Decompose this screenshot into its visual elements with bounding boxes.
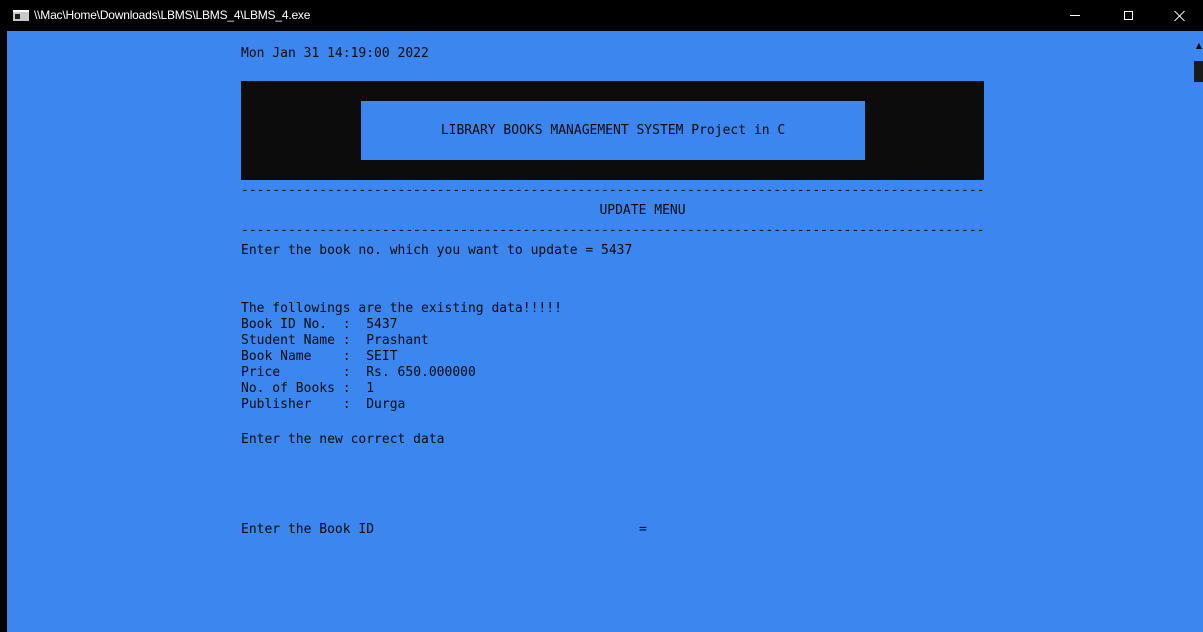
close-icon	[1174, 10, 1186, 22]
field-label: Book Name	[241, 349, 343, 364]
timestamp: Mon Jan 31 14:19:00 2022	[241, 46, 429, 61]
minimize-button[interactable]	[1052, 0, 1098, 31]
minimize-icon	[1070, 15, 1080, 16]
field-value: Prashant	[366, 333, 429, 348]
field-label: No. of Books	[241, 381, 343, 396]
field-label: Student Name	[241, 333, 343, 348]
title-bar[interactable]: \\Mac\Home\Downloads\LBMS\LBMS_4\LBMS_4.…	[0, 0, 1203, 31]
book-id-equals[interactable]: =	[639, 522, 647, 538]
field-value: 5437	[366, 317, 398, 332]
scroll-up-icon[interactable]: ▲	[1196, 41, 1202, 50]
field-separator: :	[342, 397, 351, 412]
field-label: Book ID No.	[241, 317, 343, 332]
field-label: Price	[241, 365, 343, 380]
field-row: No. of Books : 1	[241, 381, 374, 397]
header-title: LIBRARY BOOKS MANAGEMENT SYSTEM Project …	[361, 101, 865, 160]
prompt-book-no: Enter the book no. which you want to upd…	[241, 243, 633, 258]
field-row: Price : Rs. 650.000000	[241, 365, 476, 381]
field-separator: :	[342, 317, 351, 332]
field-label: Publisher	[241, 397, 343, 412]
field-value: 1	[366, 381, 375, 396]
field-value: SEIT	[366, 349, 398, 364]
field-row: Student Name : Prashant	[241, 333, 429, 349]
field-row: Book ID No. : 5437	[241, 317, 398, 333]
scrollbar-thumb[interactable]	[1194, 61, 1203, 82]
console-app-icon[interactable]	[13, 10, 29, 21]
divider-top: ----------------------------------------…	[241, 183, 984, 198]
existing-data-heading: The followings are the existing data!!!!…	[241, 301, 562, 316]
field-separator: :	[342, 349, 351, 364]
book-id-prompt: Enter the Book ID	[241, 522, 375, 537]
vertical-scrollbar[interactable]: ▲	[1193, 31, 1203, 632]
window-title: \\Mac\Home\Downloads\LBMS\LBMS_4\LBMS_4.…	[34, 8, 311, 22]
menu-title: UPDATE MENU	[599, 203, 686, 218]
maximize-icon	[1123, 11, 1133, 20]
field-separator: :	[342, 365, 351, 380]
console-output[interactable]: Mon Jan 31 14:19:00 2022 LIBRARY BOOKS M…	[0, 31, 1203, 632]
console-window: \\Mac\Home\Downloads\LBMS\LBMS_4\LBMS_4.…	[0, 0, 1203, 632]
header-banner: LIBRARY BOOKS MANAGEMENT SYSTEM Project …	[241, 81, 984, 180]
divider-bottom: ----------------------------------------…	[241, 223, 984, 238]
field-value: Durga	[366, 397, 406, 412]
maximize-button[interactable]	[1105, 0, 1151, 31]
field-separator: :	[342, 381, 351, 396]
close-button[interactable]	[1157, 0, 1203, 31]
field-row: Book Name : SEIT	[241, 349, 398, 365]
field-row: Publisher : Durga	[241, 397, 405, 413]
field-value: Rs. 650.000000	[366, 365, 476, 380]
new-data-prompt: Enter the new correct data	[241, 432, 445, 447]
field-separator: :	[342, 333, 351, 348]
